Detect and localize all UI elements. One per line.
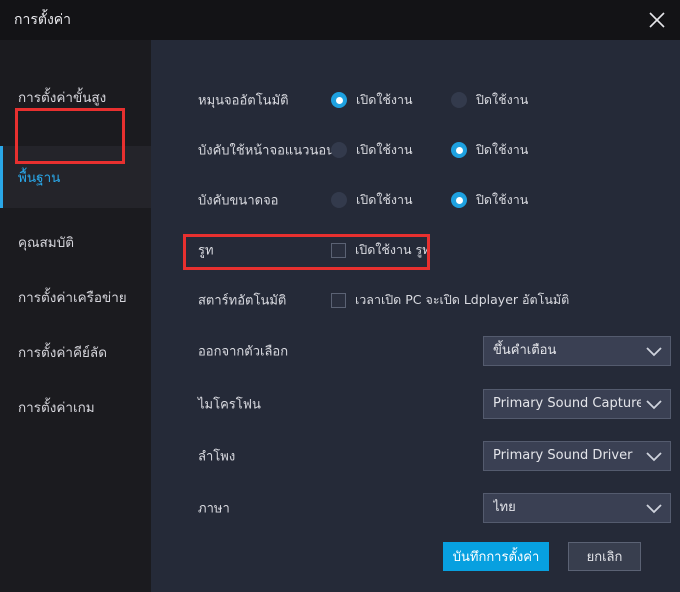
- settings-window: การตั้งค่า การตั้งค่าขั้นสูง พื้นฐาน คุณ…: [0, 0, 680, 592]
- save-button[interactable]: บันทึกการตั้งค่า: [443, 542, 549, 571]
- row-label: ไมโครโฟน: [198, 394, 261, 415]
- select-value: ไทย: [493, 494, 641, 522]
- row-root: รูท เปิดใช้งาน รูท: [151, 225, 680, 275]
- sidebar-item-basic[interactable]: พื้นฐาน: [0, 146, 151, 208]
- sidebar-item-properties[interactable]: คุณสมบัติ: [0, 211, 151, 273]
- row-label: บังคับใช้หน้าจอแนวนอน: [198, 140, 335, 161]
- sidebar-item-label: พื้นฐาน: [18, 166, 60, 188]
- radio-off-icon: [331, 192, 347, 208]
- row-label: บังคับขนาดจอ: [198, 190, 279, 211]
- checkbox-unchecked-icon: [331, 243, 346, 258]
- close-icon[interactable]: [640, 4, 674, 36]
- checkbox-label: เวลาเปิด PC จะเปิด Ldplayer อัตโนมัติ: [355, 290, 569, 310]
- radio-label: เปิดใช้งาน: [356, 140, 413, 160]
- row-force-screen-size: บังคับขนาดจอ เปิดใช้งาน ปิดใช้งาน: [151, 175, 680, 225]
- auto-rotate-enable-radio[interactable]: เปิดใช้งาน: [331, 90, 413, 110]
- cancel-button[interactable]: ยกเลิก: [568, 542, 641, 571]
- row-language: ภาษา ไทย: [151, 483, 680, 533]
- microphone-select[interactable]: Primary Sound Capture Dri: [483, 389, 671, 419]
- chevron-down-icon: [645, 449, 663, 468]
- select-value: ขึ้นคำเตือน: [493, 337, 641, 365]
- active-accent-bar: [0, 146, 3, 208]
- sidebar-item-label: การตั้งค่าเกม: [18, 396, 95, 418]
- row-label: ออกจากตัวเลือก: [198, 341, 288, 362]
- chevron-down-icon: [645, 344, 663, 363]
- row-label: ภาษา: [198, 498, 230, 519]
- root-checkbox[interactable]: เปิดใช้งาน รูท: [331, 240, 431, 260]
- sidebar-item-label: การตั้งค่าเครือข่าย: [18, 286, 127, 308]
- exit-option-select[interactable]: ขึ้นคำเตือน: [483, 336, 671, 366]
- radio-off-icon: [331, 142, 347, 158]
- checkbox-unchecked-icon: [331, 293, 346, 308]
- force-screen-size-disable-radio[interactable]: ปิดใช้งาน: [451, 190, 528, 210]
- radio-on-icon: [451, 192, 467, 208]
- sidebar-item-game-settings[interactable]: การตั้งค่าเกม: [0, 376, 151, 438]
- select-value: Primary Sound Driver: [493, 442, 641, 470]
- sidebar-item-label: การตั้งค่าคีย์ลัด: [18, 341, 107, 363]
- sidebar-item-hotkey-settings[interactable]: การตั้งค่าคีย์ลัด: [0, 321, 151, 383]
- radio-label: ปิดใช้งาน: [476, 190, 528, 210]
- window-title: การตั้งค่า: [14, 0, 71, 40]
- auto-rotate-disable-radio[interactable]: ปิดใช้งาน: [451, 90, 528, 110]
- force-landscape-disable-radio[interactable]: ปิดใช้งาน: [451, 140, 528, 160]
- sidebar-item-network-settings[interactable]: การตั้งค่าเครือข่าย: [0, 266, 151, 328]
- autostart-checkbox[interactable]: เวลาเปิด PC จะเปิด Ldplayer อัตโนมัติ: [331, 290, 569, 310]
- sidebar-item-advanced-settings[interactable]: การตั้งค่าขั้นสูง: [0, 66, 151, 128]
- row-force-landscape: บังคับใช้หน้าจอแนวนอน เปิดใช้งาน ปิดใช้ง…: [151, 125, 680, 175]
- radio-on-icon: [331, 92, 347, 108]
- row-microphone: ไมโครโฟน Primary Sound Capture Dri: [151, 379, 680, 429]
- radio-label: ปิดใช้งาน: [476, 90, 528, 110]
- radio-label: เปิดใช้งาน: [356, 90, 413, 110]
- checkbox-label: เปิดใช้งาน รูท: [355, 240, 431, 260]
- row-auto-rotate: หมุนจออัตโนมัติ เปิดใช้งาน ปิดใช้งาน: [151, 75, 680, 125]
- settings-content-panel: หมุนจออัตโนมัติ เปิดใช้งาน ปิดใช้งาน บัง…: [151, 40, 680, 592]
- language-select[interactable]: ไทย: [483, 493, 671, 523]
- row-exit-option: ออกจากตัวเลือก ขึ้นคำเตือน: [151, 326, 680, 376]
- chevron-down-icon: [645, 397, 663, 416]
- radio-off-icon: [451, 92, 467, 108]
- row-autostart: สตาร์ทอัตโนมัติ เวลาเปิด PC จะเปิด Ldpla…: [151, 275, 680, 325]
- force-landscape-enable-radio[interactable]: เปิดใช้งาน: [331, 140, 413, 160]
- sidebar: การตั้งค่าขั้นสูง พื้นฐาน คุณสมบัติ การต…: [0, 40, 151, 592]
- radio-label: เปิดใช้งาน: [356, 190, 413, 210]
- select-value: Primary Sound Capture Dri: [493, 390, 641, 418]
- radio-on-icon: [451, 142, 467, 158]
- chevron-down-icon: [645, 501, 663, 520]
- window-titlebar: การตั้งค่า: [0, 0, 680, 40]
- speaker-select[interactable]: Primary Sound Driver: [483, 441, 671, 471]
- force-screen-size-enable-radio[interactable]: เปิดใช้งาน: [331, 190, 413, 210]
- sidebar-item-label: คุณสมบัติ: [18, 231, 74, 253]
- sidebar-item-label: การตั้งค่าขั้นสูง: [18, 86, 106, 108]
- radio-label: ปิดใช้งาน: [476, 140, 528, 160]
- row-label: รูท: [198, 240, 214, 261]
- row-speaker: ลำโพง Primary Sound Driver: [151, 431, 680, 481]
- row-label: ลำโพง: [198, 446, 235, 467]
- row-label: สตาร์ทอัตโนมัติ: [198, 290, 286, 311]
- row-label: หมุนจออัตโนมัติ: [198, 90, 289, 111]
